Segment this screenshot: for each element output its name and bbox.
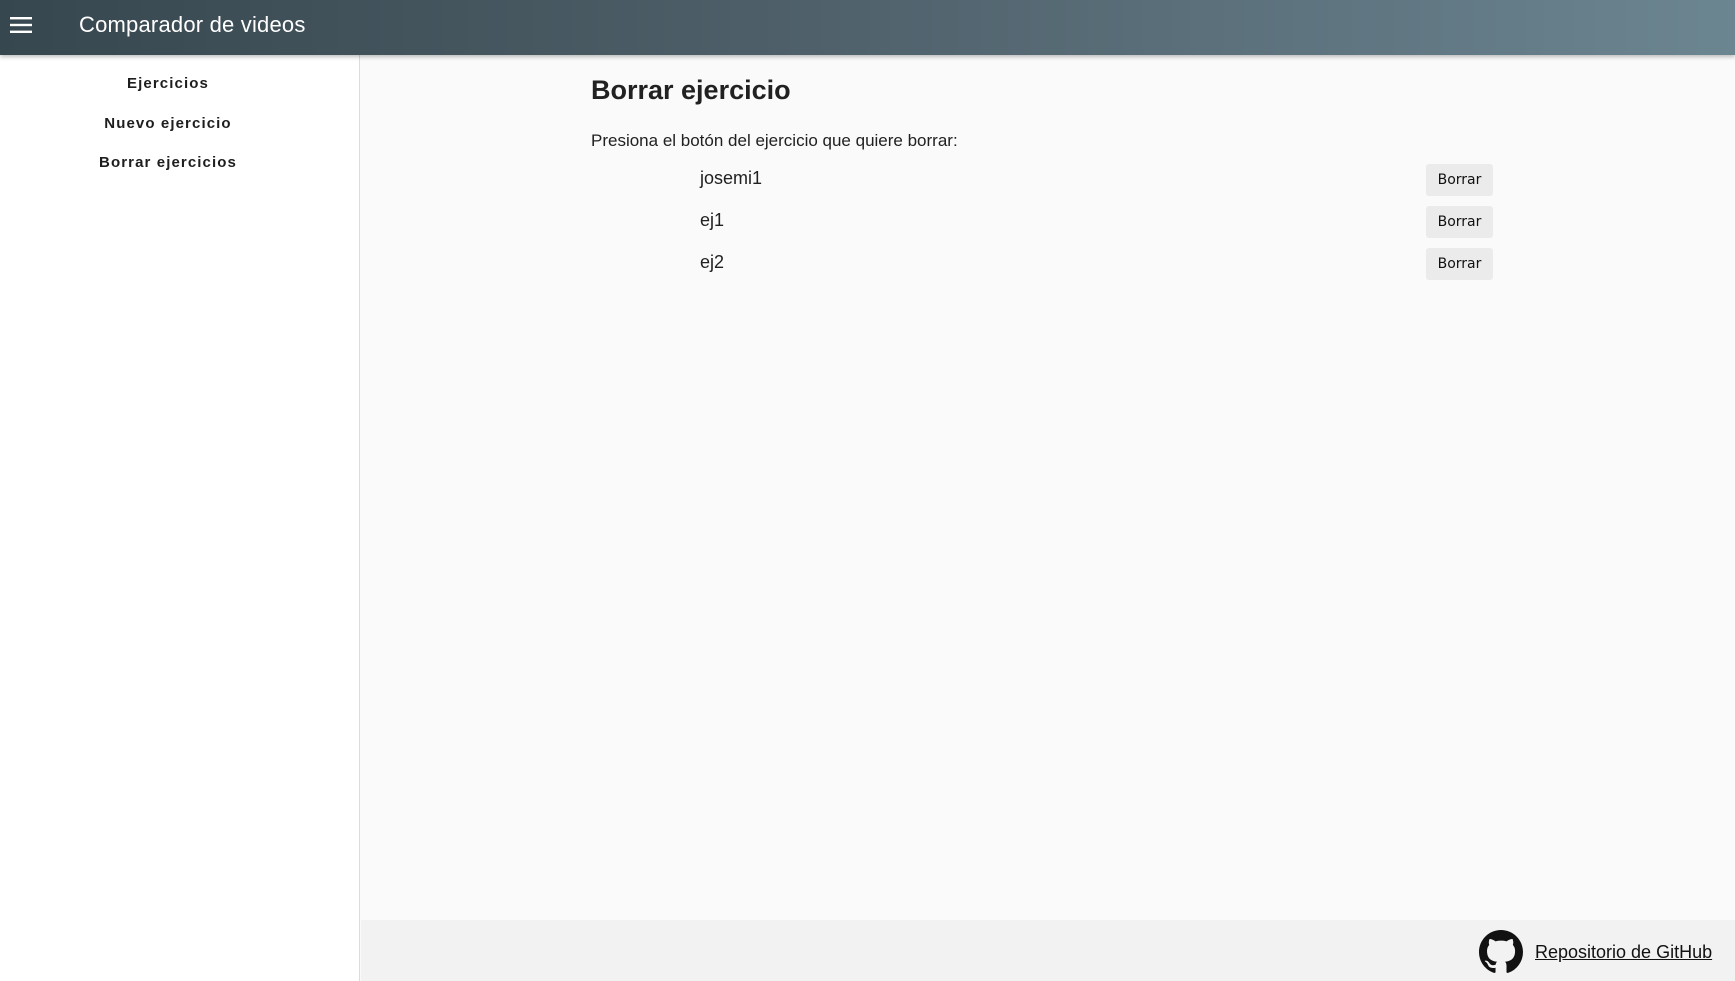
exercise-name: ej1 (700, 210, 725, 230)
top-app-bar: Comparador de videos (0, 0, 1735, 55)
footer: Repositorio de GitHub (361, 920, 1735, 981)
delete-exercise-button[interactable]: Borrar (1426, 206, 1493, 238)
exercise-row: josemi1 Borrar (700, 164, 1493, 196)
delete-exercise-button[interactable]: Borrar (1426, 164, 1493, 196)
delete-exercise-button[interactable]: Borrar (1426, 248, 1493, 280)
app-title: Comparador de videos (79, 12, 306, 37)
github-icon[interactable] (1479, 930, 1523, 974)
github-repository-link[interactable]: Repositorio de GitHub (1535, 942, 1712, 963)
sidebar: Ejercicios Nuevo ejercicio Borrar ejerci… (0, 55, 360, 981)
exercise-name: josemi1 (700, 168, 763, 188)
page-title: Borrar ejercicio (591, 75, 791, 105)
hamburger-menu-icon (10, 17, 32, 38)
instructions-text: Presiona el botón del ejercicio que quie… (591, 131, 958, 150)
menu-button[interactable] (0, 0, 42, 55)
sidebar-item-ejercicios[interactable]: Ejercicios (0, 75, 336, 92)
exercise-row: ej1 Borrar (700, 206, 1493, 238)
sidebar-item-nuevo-ejercicio[interactable]: Nuevo ejercicio (0, 115, 336, 132)
exercise-name: ej2 (700, 252, 725, 272)
main-content: Borrar ejercicio Presiona el botón del e… (361, 55, 1735, 920)
exercise-row: ej2 Borrar (700, 248, 1493, 280)
sidebar-item-borrar-ejercicios[interactable]: Borrar ejercicios (0, 154, 336, 171)
